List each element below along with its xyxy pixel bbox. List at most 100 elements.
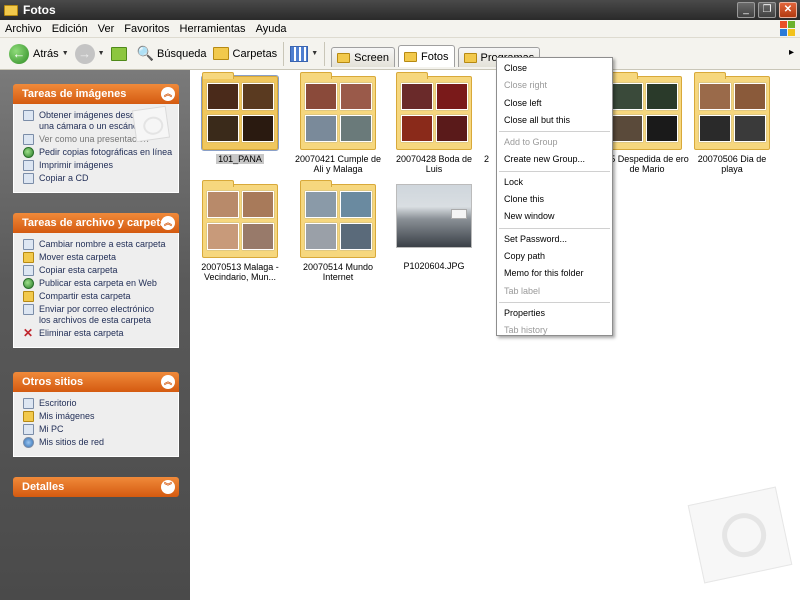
tab-fotos[interactable]: Fotos bbox=[397, 45, 455, 67]
menu-archivo[interactable]: Archivo bbox=[0, 23, 47, 35]
tab-overflow-arrow-icon[interactable]: ▸ bbox=[789, 47, 794, 58]
task-email-files[interactable]: Enviar por correo electrónico los archiv… bbox=[23, 304, 174, 326]
menu-herramientas[interactable]: Herramientas bbox=[175, 23, 251, 35]
other-places-header[interactable]: Otros sitios ︽ bbox=[13, 372, 179, 392]
collapse-icon[interactable]: ︽ bbox=[161, 216, 175, 230]
folder-thumbnail bbox=[694, 72, 770, 150]
task-share-folder[interactable]: Compartir esta carpeta bbox=[23, 291, 174, 302]
menu-memo-for-folder[interactable]: Memo for this folder bbox=[497, 265, 612, 282]
place-network[interactable]: Mis sitios de red bbox=[23, 437, 174, 448]
menu-close-left[interactable]: Close left bbox=[497, 95, 612, 112]
task-copy-to-cd[interactable]: Copiar a CD bbox=[23, 173, 174, 184]
folder-name: 20070514 Mundo Internet bbox=[302, 262, 374, 282]
back-label: Atrás bbox=[33, 47, 59, 60]
folder-item-101-pana[interactable]: 101_PANA bbox=[194, 72, 286, 165]
move-icon bbox=[23, 252, 34, 263]
file-name: P1020604.JPG bbox=[403, 261, 465, 271]
menu-tab-history[interactable]: Tab history bbox=[497, 322, 612, 339]
collapse-icon[interactable]: ︽ bbox=[161, 375, 175, 389]
desktop-icon bbox=[23, 398, 34, 409]
menu-edicion[interactable]: Edición bbox=[47, 23, 93, 35]
task-print-images[interactable]: Imprimir imágenes bbox=[23, 160, 174, 171]
copy-icon bbox=[23, 265, 34, 276]
photo-thumbnail bbox=[242, 115, 274, 142]
camera-icon bbox=[23, 110, 34, 121]
menu-tab-label[interactable]: Tab label bbox=[497, 283, 612, 300]
task-pane: Tareas de imágenes ︽ Obtener imágenes de… bbox=[0, 70, 190, 600]
title-bar: Fotos _ ❐ ✕ bbox=[0, 0, 800, 20]
menu-set-password[interactable]: Set Password... bbox=[497, 231, 612, 248]
task-label: Enviar por correo electrónico los archiv… bbox=[39, 304, 155, 325]
task-copy-folder[interactable]: Copiar esta carpeta bbox=[23, 265, 174, 276]
folder-item-cumple[interactable]: 20070421 Cumple de Ali y Malaga bbox=[292, 72, 384, 174]
photo-thumbnail bbox=[242, 223, 274, 250]
task-label: Ver como una presentación bbox=[39, 134, 149, 144]
menu-add-to-group[interactable]: Add to Group bbox=[497, 134, 612, 151]
forward-button[interactable]: → ▼ bbox=[72, 41, 108, 67]
menu-favoritos[interactable]: Favoritos bbox=[119, 23, 174, 35]
task-order-prints[interactable]: Pedir copias fotográficas en línea bbox=[23, 147, 174, 158]
search-button[interactable]: 🔍 Búsqueda bbox=[134, 41, 210, 67]
tab-screen[interactable]: Screen bbox=[331, 47, 395, 67]
maximize-button[interactable]: ❐ bbox=[758, 2, 776, 18]
task-move-folder[interactable]: Mover esta carpeta bbox=[23, 252, 174, 263]
menu-lock[interactable]: Lock bbox=[497, 174, 612, 191]
menu-new-window[interactable]: New window bbox=[497, 208, 612, 225]
folder-name: 20070513 Malaga - Vecindario, Mun... bbox=[201, 262, 279, 282]
task-delete-folder[interactable]: ✕ Eliminar esta carpeta bbox=[23, 327, 174, 339]
other-places-title: Otros sitios bbox=[22, 376, 84, 388]
folder-name: 20070506 Dia de playa bbox=[697, 154, 767, 174]
chevron-down-icon[interactable]: ▼ bbox=[98, 50, 105, 57]
photo-thumbnail bbox=[734, 83, 766, 110]
folder-thumbnail bbox=[606, 72, 682, 150]
photo-thumbnail bbox=[242, 83, 274, 110]
images-tasks-header[interactable]: Tareas de imágenes ︽ bbox=[13, 84, 179, 104]
details-header[interactable]: Detalles ︾ bbox=[13, 477, 179, 497]
folder-item-playa[interactable]: 20070506 Dia de playa bbox=[686, 72, 778, 174]
place-my-computer[interactable]: Mi PC bbox=[23, 424, 174, 435]
menu-properties[interactable]: Properties bbox=[497, 305, 612, 322]
folder-item-mundo-internet[interactable]: 20070514 Mundo Internet bbox=[292, 180, 384, 282]
van-shape bbox=[451, 209, 467, 219]
globe-icon bbox=[23, 147, 34, 158]
menu-ver[interactable]: Ver bbox=[93, 23, 120, 35]
menu-ayuda[interactable]: Ayuda bbox=[251, 23, 292, 35]
folder-name: 20070428 Boda de Luis bbox=[395, 154, 473, 174]
images-tasks-body: Obtener imágenes desde una cámara o un e… bbox=[13, 104, 179, 193]
chevron-down-icon[interactable]: ▼ bbox=[62, 50, 69, 57]
menu-clone-this[interactable]: Clone this bbox=[497, 191, 612, 208]
photo-thumbnail bbox=[340, 191, 372, 218]
menu-close-right[interactable]: Close right bbox=[497, 77, 612, 94]
folders-button[interactable]: Carpetas bbox=[210, 41, 281, 67]
folder-item-vecindario[interactable]: 20070513 Malaga - Vecindario, Mun... bbox=[194, 180, 286, 282]
up-folder-button[interactable] bbox=[108, 41, 134, 67]
task-rename-folder[interactable]: Cambiar nombre a esta carpeta bbox=[23, 239, 174, 250]
menu-create-new-group[interactable]: Create new Group... bbox=[497, 151, 612, 168]
folder-thumbnail bbox=[300, 180, 376, 258]
place-desktop[interactable]: Escritorio bbox=[23, 398, 174, 409]
place-my-pictures[interactable]: Mis imágenes bbox=[23, 411, 174, 422]
menu-close-all-but-this[interactable]: Close all but this bbox=[497, 112, 612, 129]
cd-icon bbox=[23, 173, 34, 184]
menu-copy-path[interactable]: Copy path bbox=[497, 248, 612, 265]
back-button[interactable]: ← Atrás ▼ bbox=[6, 41, 72, 67]
toolbar: ← Atrás ▼ → ▼ 🔍 Búsqueda Carpetas ▼ Scre… bbox=[0, 38, 800, 70]
minimize-button[interactable]: _ bbox=[737, 2, 755, 18]
other-places-body: Escritorio Mis imágenes Mi PC Mis sitios… bbox=[13, 392, 179, 457]
menu-close[interactable]: Close bbox=[497, 60, 612, 77]
image-item-p1020604[interactable]: P1020604.JPG bbox=[388, 184, 480, 271]
task-label: Mover esta carpeta bbox=[39, 252, 117, 262]
forward-arrow-icon: → bbox=[74, 43, 95, 64]
tab-context-menu: Close Close right Close left Close all b… bbox=[496, 57, 613, 336]
task-label: Eliminar esta carpeta bbox=[39, 328, 124, 338]
tab-label: Fotos bbox=[420, 50, 449, 63]
folder-item-boda[interactable]: 20070428 Boda de Luis bbox=[388, 72, 480, 174]
file-tasks-header[interactable]: Tareas de archivo y carpeta ︽ bbox=[13, 213, 179, 233]
close-button[interactable]: ✕ bbox=[779, 2, 797, 18]
collapse-icon[interactable]: ︽ bbox=[161, 87, 175, 101]
views-button[interactable]: ▼ bbox=[287, 41, 321, 67]
photo-thumbnail bbox=[436, 115, 468, 142]
expand-icon[interactable]: ︾ bbox=[161, 480, 175, 494]
file-view: 101_PANA 20070421 Cumple de Ali y Malaga… bbox=[190, 70, 800, 600]
task-publish-web[interactable]: Publicar esta carpeta en Web bbox=[23, 278, 174, 289]
